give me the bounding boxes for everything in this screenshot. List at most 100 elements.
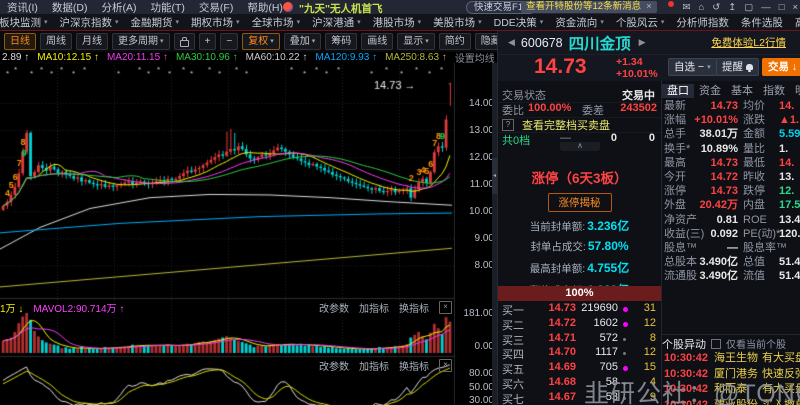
toolbar-item-13[interactable]: 高级选股 bbox=[789, 15, 800, 30]
toolbar-item-2[interactable]: 金融期货 ▾ bbox=[125, 15, 186, 30]
checkbox-icon[interactable] bbox=[711, 338, 721, 349]
toolbar-item-7[interactable]: 美股市场 ▾ bbox=[427, 15, 488, 30]
button-label[interactable]: 画线 bbox=[367, 35, 387, 49]
prev-stock-icon[interactable]: ◀ bbox=[504, 37, 519, 48]
toolbar-item-label[interactable]: 美股市场 bbox=[433, 15, 475, 30]
chart-toolbar-button-7[interactable]: 复权 ▾ bbox=[242, 33, 280, 50]
tab-资金[interactable]: 资金 bbox=[694, 84, 726, 98]
help-icon[interactable]: ? bbox=[502, 119, 514, 131]
home-icon[interactable]: ⌂ bbox=[699, 2, 705, 13]
full-depth-link[interactable]: 查看完整档买卖盘 bbox=[522, 117, 610, 133]
chart-toolbar-button-1[interactable]: 周线 bbox=[40, 33, 72, 50]
button-label[interactable]: 周线 bbox=[46, 35, 66, 49]
chart-toolbar-button-9[interactable]: 筹码 bbox=[325, 33, 358, 50]
layout-icon[interactable]: ▢ bbox=[744, 2, 753, 13]
chart-toolbar-button-5[interactable]: + bbox=[198, 33, 217, 50]
chart-toolbar-button-2[interactable]: 月线 bbox=[76, 33, 108, 50]
collapse-chevron-icon[interactable]: ∧ bbox=[560, 142, 600, 151]
mail-icon[interactable]: ✉ bbox=[683, 2, 691, 13]
button-label[interactable]: 显示 bbox=[403, 35, 423, 49]
toolbar-item-9[interactable]: 资金流向 ▾ bbox=[549, 15, 610, 30]
notification-pill[interactable]: 查看开特股份等12条新消息 × bbox=[521, 1, 657, 13]
bid-row[interactable]: 买一 14.73 219690 31 bbox=[498, 302, 661, 317]
tab-基本[interactable]: 基本 bbox=[726, 84, 758, 98]
button-label[interactable]: 月线 bbox=[82, 35, 102, 49]
tab-指数[interactable]: 指数 bbox=[758, 84, 790, 98]
notification-close-icon[interactable]: × bbox=[646, 1, 652, 13]
next-stock-icon[interactable]: ▶ bbox=[635, 37, 650, 48]
bid-row[interactable]: 买二 14.72 1602 12 bbox=[498, 317, 661, 332]
toolbar-item-label[interactable]: 分析师指数 bbox=[676, 15, 729, 30]
chart-toolbar-button-10[interactable]: 画线 bbox=[361, 33, 394, 50]
pane-button-1[interactable]: 加指标 bbox=[359, 358, 389, 373]
pane-close-icon[interactable]: × bbox=[439, 301, 452, 314]
candlestick-chart-canvas[interactable] bbox=[0, 63, 455, 405]
chart-toolbar-button-3[interactable]: 更多周期 ▾ bbox=[112, 33, 170, 50]
pane-close-icon[interactable]: × bbox=[439, 359, 452, 372]
bid-row[interactable]: 买三 14.71 572 8 bbox=[498, 332, 661, 347]
chart-toolbar-button-0[interactable]: 日线 bbox=[4, 33, 36, 50]
menu-item-4[interactable]: 交易(F) bbox=[192, 2, 240, 14]
l2-trial-link[interactable]: 免费体验L2行情 bbox=[711, 35, 786, 50]
toolbar-item-4[interactable]: 全球市场 ▾ bbox=[246, 15, 307, 30]
watchlist-label[interactable]: 自选 − bbox=[674, 59, 704, 76]
menu-item-1[interactable]: 数据(D) bbox=[45, 2, 95, 14]
bid-row[interactable]: 买四 14.70 1117 12 bbox=[498, 346, 661, 361]
chart-toolbar-button-4[interactable] bbox=[173, 33, 195, 50]
toolbar-item-label[interactable]: 期权市场 bbox=[191, 15, 233, 30]
pane-button-0[interactable]: 改参数 bbox=[319, 358, 349, 373]
menu-item-3[interactable]: 功能(T) bbox=[144, 2, 192, 14]
alert-label[interactable]: 提醒 bbox=[722, 59, 743, 76]
menu-item-0[interactable]: 资讯(I) bbox=[0, 2, 45, 14]
button-label[interactable]: 日线 bbox=[10, 35, 30, 49]
toolbar-item-5[interactable]: 沪深港通 ▾ bbox=[306, 15, 367, 30]
toolbar-item-label[interactable]: DDE决策 bbox=[494, 15, 537, 30]
menu-item-2[interactable]: 分析(A) bbox=[95, 2, 144, 14]
close-icon[interactable]: × bbox=[792, 2, 798, 13]
undo-icon[interactable]: ↺ bbox=[712, 2, 720, 13]
button-label[interactable]: 筹码 bbox=[331, 35, 351, 49]
trade-button[interactable]: 交易 ↓ bbox=[762, 58, 800, 76]
tab-明细[interactable]: 明细 bbox=[790, 84, 800, 98]
pane-button-1[interactable]: 加指标 bbox=[359, 300, 389, 315]
toolbar-item-label[interactable]: 板块监测 bbox=[0, 15, 41, 30]
toolbar-item-12[interactable]: 条件选股 bbox=[735, 15, 789, 30]
chart-toolbar-button-11[interactable]: 显示 ▾ bbox=[397, 33, 435, 50]
button-label[interactable]: − bbox=[226, 35, 232, 49]
pane-button-2[interactable]: 换指标 bbox=[399, 300, 429, 315]
toolbar-item-label[interactable]: 港股市场 bbox=[373, 15, 415, 30]
chevron-down-icon[interactable]: ▾ bbox=[707, 59, 711, 76]
movement-filter-label[interactable]: 仅看当前个股 bbox=[726, 336, 786, 351]
pane-button-0[interactable]: 改参数 bbox=[319, 300, 349, 315]
toolbar-item-label[interactable]: 全球市场 bbox=[252, 15, 294, 30]
toolbar-item-label[interactable]: 沪深京指数 bbox=[60, 15, 113, 30]
button-label[interactable]: 更多周期 bbox=[118, 35, 158, 49]
full-depth-row[interactable]: ? 查看完整档买卖盘 bbox=[498, 117, 661, 133]
movement-stock-name[interactable]: 海王生物 bbox=[714, 351, 758, 367]
movement-row[interactable]: 10:30:42 海王生物有大买盘 bbox=[662, 351, 800, 367]
minimize-icon[interactable]: — bbox=[761, 2, 771, 13]
button-label[interactable]: 简约 bbox=[445, 35, 465, 49]
toolbar-item-label[interactable]: 金融期货 bbox=[131, 15, 173, 30]
toolbar-item-0[interactable]: 板块监测 ▾ bbox=[0, 15, 54, 30]
limitup-reveal-button[interactable]: 涨停揭秘 bbox=[547, 193, 612, 212]
toolbar-item-11[interactable]: 分析师指数 bbox=[670, 15, 735, 30]
toolbar-item-10[interactable]: 个股风云 ▾ bbox=[610, 15, 671, 30]
toolbar-item-label[interactable]: 沪深港通 bbox=[312, 15, 354, 30]
alert-button[interactable]: 提醒 bbox=[716, 58, 759, 76]
toolbar-item-3[interactable]: 期权市场 ▾ bbox=[185, 15, 246, 30]
toolbar-item-8[interactable]: DDE决策 ▾ bbox=[488, 15, 550, 30]
toolbar-item-label[interactable]: 个股风云 bbox=[616, 15, 658, 30]
toolbar-item-1[interactable]: 沪深京指数 ▾ bbox=[54, 15, 125, 30]
button-label[interactable]: 叠加 bbox=[290, 35, 310, 49]
trade-label[interactable]: 交易 ↓ bbox=[768, 59, 797, 76]
toolbar-item-label[interactable]: 高级选股 bbox=[795, 15, 800, 30]
chart-toolbar-button-6[interactable]: − bbox=[220, 33, 239, 50]
toolbar-item-label[interactable]: 条件选股 bbox=[741, 15, 783, 30]
maximize-icon[interactable]: □ bbox=[779, 2, 785, 13]
share-icon[interactable]: ↥ bbox=[728, 2, 736, 13]
toolbar-item-label[interactable]: 资金流向 bbox=[555, 15, 597, 30]
button-label[interactable]: + bbox=[205, 35, 211, 49]
watchlist-button[interactable]: 自选 − ▾ bbox=[668, 58, 717, 76]
tab-盘口[interactable]: 盘口 bbox=[662, 84, 694, 98]
